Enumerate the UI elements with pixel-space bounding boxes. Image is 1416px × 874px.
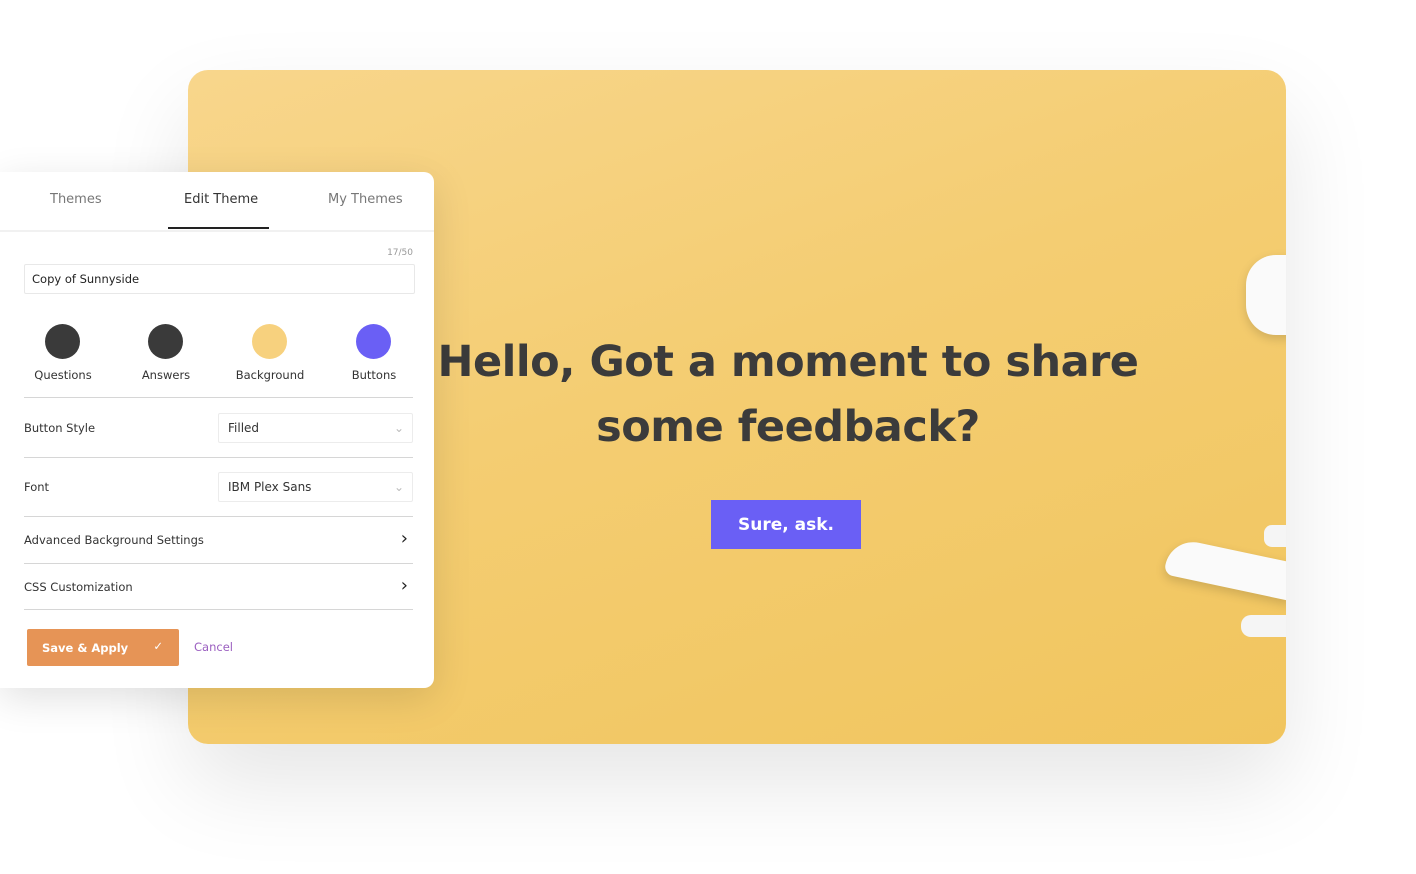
font-select[interactable]: IBM Plex Sans ⌄ xyxy=(218,472,413,502)
theme-name-input[interactable] xyxy=(24,264,415,294)
divider xyxy=(24,397,413,398)
button-style-select[interactable]: Filled ⌄ xyxy=(218,413,413,443)
button-style-value: Filled xyxy=(228,421,260,435)
chevron-right-icon: › xyxy=(400,528,408,549)
decorative-plane-part xyxy=(1241,615,1286,637)
tab-bar: Themes Edit Theme My Themes xyxy=(0,172,434,232)
save-apply-button[interactable]: Save & Apply ✓ xyxy=(27,629,179,666)
divider xyxy=(24,609,413,610)
decorative-plane-part xyxy=(1264,525,1286,547)
font-label: Font xyxy=(24,480,50,494)
background-color-swatch[interactable] xyxy=(252,324,287,359)
sure-ask-button[interactable]: Sure, ask. xyxy=(711,500,861,549)
answers-color-swatch[interactable] xyxy=(148,324,183,359)
tab-edit-theme[interactable]: Edit Theme xyxy=(184,192,258,207)
tab-themes[interactable]: Themes xyxy=(50,192,102,207)
font-value: IBM Plex Sans xyxy=(228,480,312,494)
theme-editor-panel: Themes Edit Theme My Themes 17/50 Questi… xyxy=(0,172,434,688)
divider xyxy=(24,563,413,564)
swatch-label: Background xyxy=(235,368,305,382)
swatch-label: Answers xyxy=(141,368,191,382)
cancel-link[interactable]: Cancel xyxy=(194,640,233,654)
decorative-plane xyxy=(1163,536,1286,602)
tab-my-themes[interactable]: My Themes xyxy=(328,192,403,207)
character-counter: 17/50 xyxy=(387,248,413,258)
advanced-background-settings-label: Advanced Background Settings xyxy=(24,533,204,547)
survey-question: Hello, Got a moment to share some feedba… xyxy=(437,337,1139,452)
css-customization-label: CSS Customization xyxy=(24,580,133,594)
save-apply-label: Save & Apply xyxy=(42,640,129,655)
chevron-right-icon: › xyxy=(400,575,408,596)
active-tab-indicator xyxy=(168,227,269,229)
button-style-label: Button Style xyxy=(24,421,96,435)
decorative-object xyxy=(1246,255,1286,335)
check-icon: ✓ xyxy=(153,639,163,653)
buttons-color-swatch[interactable] xyxy=(356,324,391,359)
divider xyxy=(24,516,413,517)
chevron-down-icon: ⌄ xyxy=(393,421,404,435)
chevron-down-icon: ⌄ xyxy=(393,480,404,494)
questions-color-swatch[interactable] xyxy=(45,324,80,359)
swatch-label: Questions xyxy=(34,368,92,382)
divider xyxy=(24,457,413,458)
swatch-label: Buttons xyxy=(351,368,397,382)
